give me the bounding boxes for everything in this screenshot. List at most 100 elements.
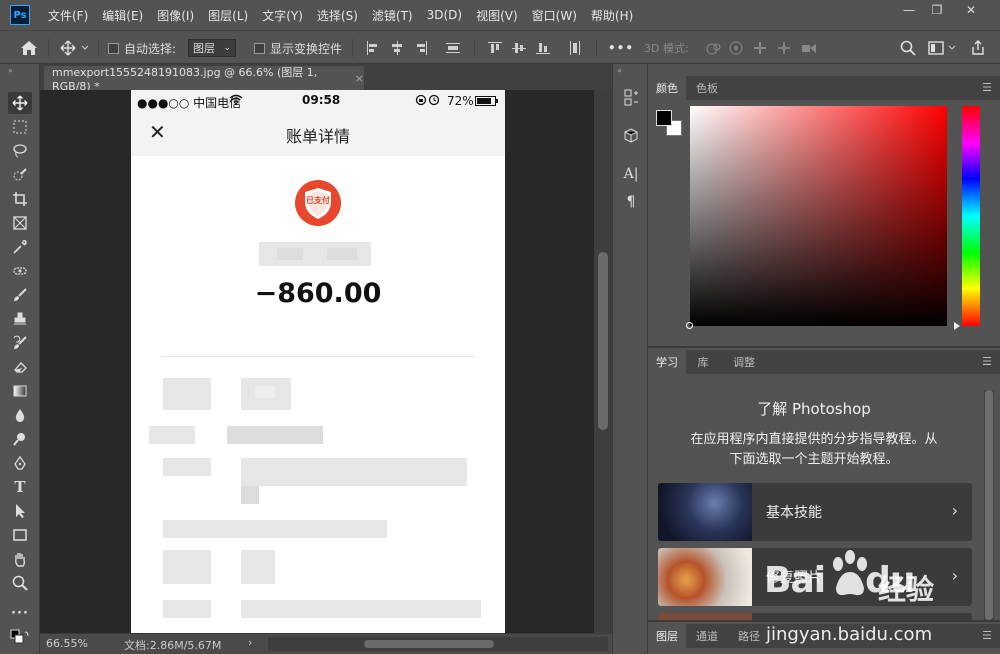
eyedropper-tool-icon[interactable] <box>8 236 32 258</box>
foreground-color-swatch[interactable] <box>656 110 672 126</box>
close-tab-icon[interactable]: × <box>355 72 364 85</box>
distribute-horizontal-icon[interactable] <box>446 41 460 55</box>
tutorial-card-basic-skills[interactable]: 基本技能 › <box>658 483 972 541</box>
tutorial-label: 基本技能 <box>766 505 822 521</box>
marquee-tool-icon[interactable] <box>8 116 32 138</box>
tab-adjustments[interactable]: 调整 <box>724 350 764 374</box>
panel-menu-icon[interactable]: ☰ <box>982 355 992 368</box>
distribute-vertical-icon[interactable] <box>568 41 582 55</box>
tab-channels[interactable]: 通道 <box>688 624 726 648</box>
canvas-vertical-scrollbar[interactable] <box>594 90 612 633</box>
menu-window[interactable]: 窗口(W) <box>526 7 585 24</box>
learn-description-line2: 下面选取一个主题开始教程。 <box>729 452 899 467</box>
align-horizontal-center-icon[interactable] <box>390 41 404 55</box>
dodge-tool-icon[interactable] <box>8 428 32 450</box>
maximize-button[interactable]: ❐ <box>922 0 952 20</box>
align-top-icon[interactable] <box>488 41 502 55</box>
quick-selection-tool-icon[interactable] <box>8 164 32 186</box>
rectangle-tool-icon[interactable] <box>8 524 32 546</box>
collapse-toolbar-icon[interactable]: » <box>8 66 13 75</box>
canvas-horizontal-scrollbar[interactable] <box>268 637 608 651</box>
lock-rotation-icon <box>415 94 441 109</box>
spot-healing-tool-icon[interactable] <box>8 260 32 282</box>
path-selection-tool-icon[interactable] <box>8 500 32 522</box>
foreground-background-color-icon[interactable] <box>8 626 32 648</box>
3d-panel-icon[interactable] <box>619 124 643 148</box>
document-tab[interactable]: mmexport1555248191083.jpg @ 66.6% (图层 1,… <box>44 66 364 93</box>
tab-layers[interactable]: 图层 <box>648 624 686 648</box>
align-right-icon[interactable] <box>414 41 428 55</box>
menu-layer[interactable]: 图层(L) <box>202 7 256 24</box>
show-transform-label: 显示变换控件 <box>270 41 343 56</box>
hand-tool-icon[interactable] <box>8 548 32 570</box>
crop-tool-icon[interactable] <box>8 188 32 210</box>
auto-select-checkbox[interactable]: 自动选择: <box>108 31 176 65</box>
close-window-button[interactable]: ✕ <box>956 0 986 20</box>
checkbox-box[interactable] <box>254 42 265 54</box>
gradient-tool-icon[interactable] <box>8 380 32 402</box>
tab-color[interactable]: 颜色 <box>648 76 686 100</box>
minimize-button[interactable]: — <box>894 0 924 20</box>
menu-image[interactable]: 图像(I) <box>151 7 202 24</box>
brush-tool-icon[interactable] <box>8 284 32 306</box>
menu-3d[interactable]: 3D(D) <box>421 8 470 22</box>
learn-description-line1: 在应用程序内直接提供的分步指导教程。从 <box>690 432 938 447</box>
tab-learn[interactable]: 学习 <box>648 350 686 374</box>
tab-libraries[interactable]: 库 <box>688 350 718 374</box>
share-icon[interactable] <box>970 31 986 65</box>
document-canvas[interactable]: ●●●○○ 中国电信 09:58 72% ✕ 账单详情 已支付 −860.00 <box>40 90 598 633</box>
character-panel-icon[interactable]: A| <box>619 162 643 186</box>
status-arrow-icon[interactable]: › <box>248 636 252 649</box>
menu-file[interactable]: 文件(F) <box>42 7 96 24</box>
align-left-icon[interactable] <box>366 41 380 55</box>
auto-select-target-dropdown[interactable]: 图层 ⌄ <box>188 39 236 57</box>
menu-edit[interactable]: 编辑(E) <box>96 7 151 24</box>
blurred-field-value <box>241 550 275 584</box>
photoshop-logo-icon[interactable]: Ps <box>10 5 30 25</box>
scrollbar-thumb[interactable] <box>598 252 608 430</box>
more-options-button[interactable]: ••• <box>608 31 634 65</box>
menu-select[interactable]: 选择(S) <box>311 7 366 24</box>
menu-type[interactable]: 文字(Y) <box>256 7 311 24</box>
zoom-level[interactable]: 66.55% <box>46 637 88 650</box>
edit-toolbar-icon[interactable]: ··· <box>8 602 32 624</box>
show-transform-controls-checkbox[interactable]: 显示变换控件 <box>254 31 342 65</box>
color-saturation-field[interactable] <box>686 106 947 329</box>
bill-detail-title: 账单详情 <box>285 127 350 146</box>
paragraph-panel-icon[interactable]: ¶ <box>619 190 643 214</box>
lasso-tool-icon[interactable] <box>8 140 32 162</box>
search-icon[interactable] <box>900 31 916 65</box>
move-tool-icon[interactable] <box>8 92 32 114</box>
pen-tool-icon[interactable] <box>8 452 32 474</box>
phone-nav-bar: ✕ 账单详情 <box>131 112 505 156</box>
eraser-tool-icon[interactable] <box>8 356 32 378</box>
blur-tool-icon[interactable] <box>8 404 32 426</box>
menu-filter[interactable]: 滤镜(T) <box>366 7 421 24</box>
type-tool-icon[interactable]: T <box>8 476 32 498</box>
tutorial-thumbnail <box>658 548 752 606</box>
color-picker-handle[interactable] <box>686 322 693 329</box>
menu-help[interactable]: 帮助(H) <box>585 7 641 24</box>
align-vertical-center-icon[interactable] <box>512 41 526 55</box>
expand-panels-icon[interactable]: « <box>617 66 622 75</box>
baidu-paw-icon <box>828 548 872 603</box>
workspace-icon[interactable] <box>928 31 958 65</box>
frame-tool-icon[interactable] <box>8 212 32 234</box>
history-panel-icon[interactable] <box>619 86 643 110</box>
move-tool-preset-icon[interactable] <box>60 31 90 65</box>
checkbox-box[interactable] <box>108 42 119 54</box>
panel-menu-icon[interactable]: ☰ <box>982 81 992 94</box>
learn-panel-title: 了解 Photoshop <box>648 398 980 419</box>
scrollbar-thumb[interactable] <box>364 640 494 648</box>
zoom-tool-icon[interactable] <box>8 572 32 594</box>
align-bottom-icon[interactable] <box>536 41 550 55</box>
clone-stamp-tool-icon[interactable] <box>8 308 32 330</box>
hue-slider[interactable] <box>962 106 980 326</box>
home-icon[interactable] <box>20 31 38 65</box>
tab-swatches[interactable]: 色板 <box>688 76 726 100</box>
history-brush-tool-icon[interactable] <box>8 332 32 354</box>
menu-view[interactable]: 视图(V) <box>470 7 526 24</box>
3d-orbit-icon[interactable] <box>704 31 824 65</box>
chevron-right-icon: › <box>951 501 958 520</box>
hue-slider-handle[interactable] <box>954 322 960 330</box>
